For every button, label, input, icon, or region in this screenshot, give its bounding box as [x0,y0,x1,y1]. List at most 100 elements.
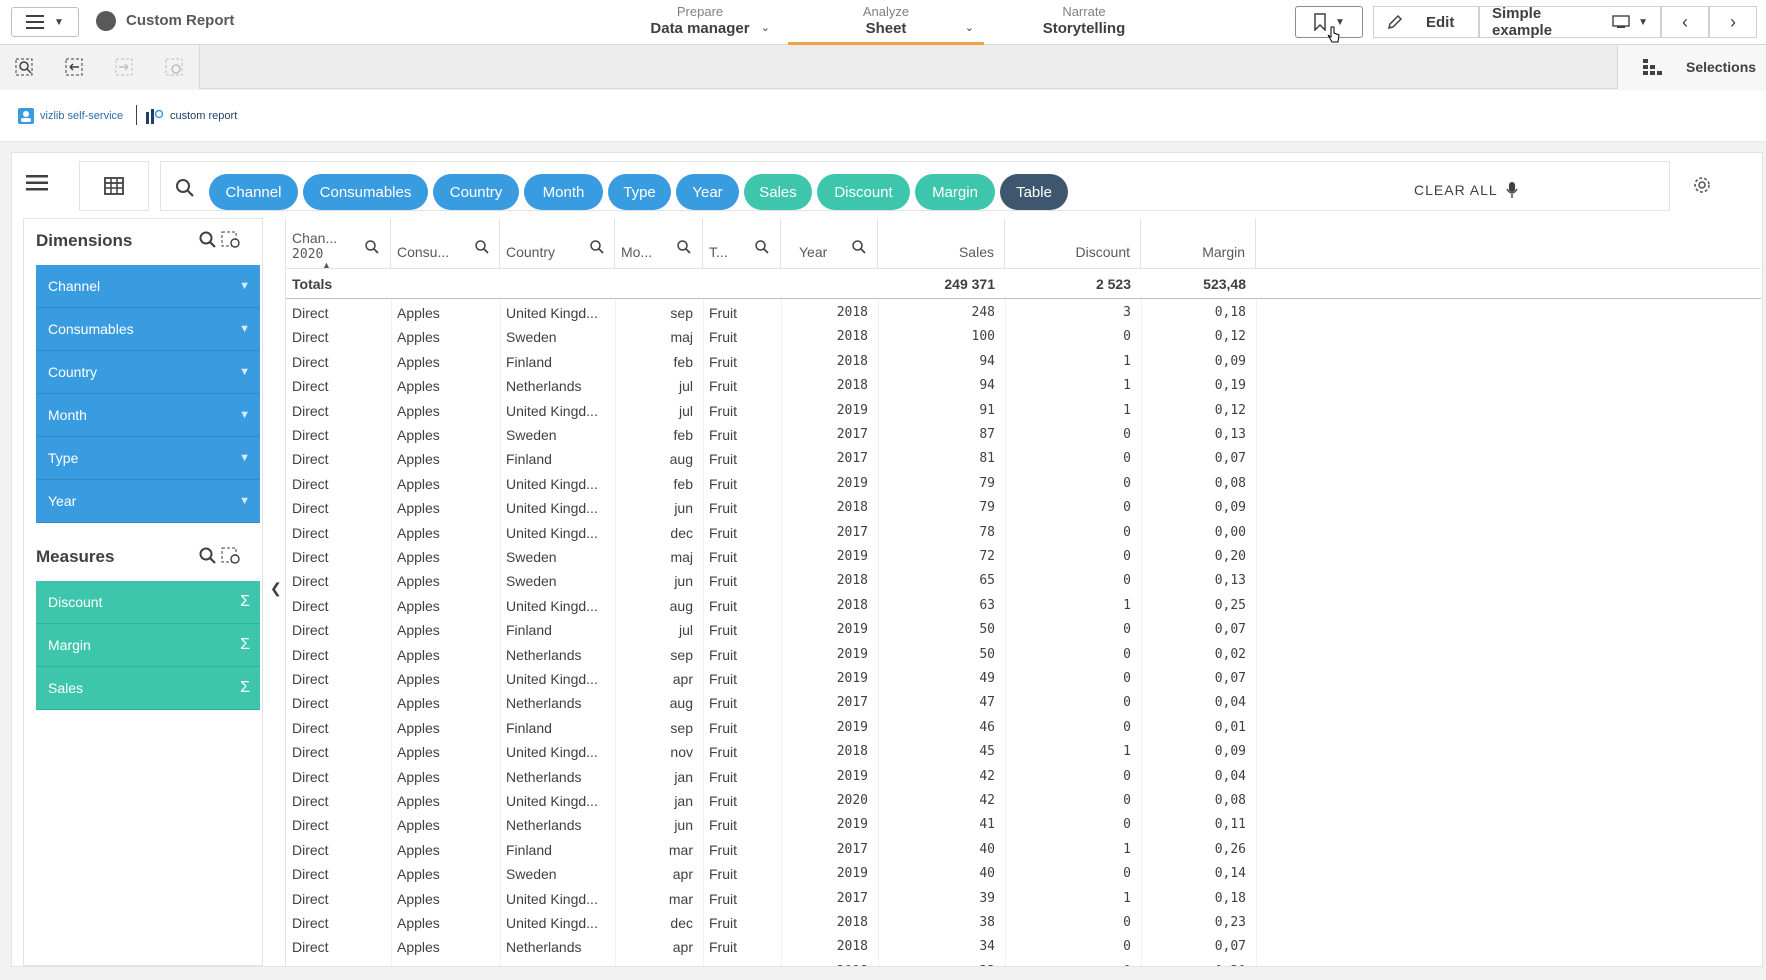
table-row[interactable]: Direct Apples Netherlands sep Fruit 2019 50 0 0,… [286,643,1264,667]
column-header-channel[interactable]: Chan... 2020 ▲ [286,218,391,270]
cell-type[interactable]: Fruit [709,350,779,374]
cell-consumables[interactable]: Apples [397,594,497,618]
cell-country[interactable]: United Kingd... [506,472,611,496]
cell-year[interactable]: 2019 [781,862,868,886]
settings-gear-icon[interactable] [1692,175,1712,195]
cell-channel[interactable]: Direct [292,374,387,398]
table-row[interactable]: Direct Apples United Kingd... dec Fruit 2017 7… [286,521,1264,545]
measure-item-sales[interactable]: Sales Σ [36,667,260,710]
cell-channel[interactable]: Direct [292,521,387,545]
cell-country[interactable]: Finland [506,838,611,862]
column-header-margin[interactable]: Margin [1141,218,1256,268]
cell-year[interactable]: 2018 [781,960,868,966]
cell-month[interactable]: aug [615,447,693,471]
filter-icon[interactable]: ▼ [239,366,250,378]
cell-type[interactable]: Fruit [709,569,779,593]
cell-country[interactable]: Finland [506,618,611,642]
table-row[interactable]: Direct Apples Finland feb Fruit 2018 94 1 0,09 [286,350,1264,374]
cell-year[interactable]: 2018 [781,301,868,325]
cell-channel[interactable]: Direct [292,862,387,886]
filter-icon[interactable]: ▼ [239,323,250,335]
cell-month[interactable]: jul [615,618,693,642]
cell-channel[interactable]: Direct [292,423,387,447]
cell-type[interactable]: Fruit [709,740,779,764]
chip-sales[interactable]: Sales [744,174,812,210]
next-sheet-button[interactable]: › [1709,6,1757,38]
cell-year[interactable]: 2017 [781,887,868,911]
table-row[interactable]: Direct Apples Netherlands aug Fruit 2017 47 0 0,… [286,691,1264,715]
column-header-discount[interactable]: Discount [1005,218,1141,268]
cell-year[interactable]: 2018 [781,569,868,593]
cell-consumables[interactable]: Apples [397,301,497,325]
cell-month[interactable]: jun [615,496,693,520]
search-icon[interactable] [175,178,195,198]
cell-type[interactable]: Fruit [709,447,779,471]
cell-country[interactable]: Finland [506,447,611,471]
cell-country[interactable]: United Kingd... [506,521,611,545]
filter-icon[interactable]: ▼ [239,452,250,464]
column-header-country[interactable]: Country [500,218,615,268]
cell-consumables[interactable]: Apples [397,447,497,471]
table-row[interactable]: Direct Apples Netherlands jan Fruit 2019 42 0 0,… [286,765,1264,789]
cell-year[interactable]: 2018 [781,496,868,520]
cell-type[interactable]: Fruit [709,838,779,862]
cell-channel[interactable]: Direct [292,472,387,496]
table-row[interactable]: Direct Apples Finland mar Fruit 2017 40 1 0,26 [286,838,1264,862]
cell-channel[interactable]: Direct [292,765,387,789]
cell-type[interactable]: Fruit [709,935,779,959]
cell-country[interactable]: Netherlands [506,765,611,789]
cell-consumables[interactable]: Apples [397,838,497,862]
cell-year[interactable]: 2019 [781,545,868,569]
cell-type[interactable]: Fruit [709,374,779,398]
step-forward-icon[interactable] [114,57,136,77]
cell-channel[interactable]: Direct [292,447,387,471]
cell-channel[interactable]: Direct [292,594,387,618]
chip-discount[interactable]: Discount [817,174,910,210]
cell-month[interactable]: sep [615,716,693,740]
cell-type[interactable]: Fruit [709,911,779,935]
cell-country[interactable]: Netherlands [506,691,611,715]
cell-consumables[interactable]: Apples [397,569,497,593]
table-row[interactable]: Direct Apples Sweden maj Fruit 2018 100 0 0,12 [286,325,1264,349]
cell-country[interactable]: United Kingd... [506,740,611,764]
cell-channel[interactable]: Direct [292,301,387,325]
cell-month[interactable]: feb [615,472,693,496]
cell-month[interactable]: aug [615,691,693,715]
table-row[interactable]: Direct Apples United Kingd... jul Fruit 2019 9… [286,399,1264,423]
table-row[interactable]: Direct Apples Sweden jun Fruit 2018 65 0 0,13 [286,569,1264,593]
filter-icon[interactable]: ▼ [239,495,250,507]
cell-type[interactable]: Fruit [709,789,779,813]
column-header-month[interactable]: Mo... [615,218,703,268]
column-header-year[interactable]: Year [781,218,878,268]
measure-item-discount[interactable]: Discount Σ [36,581,260,624]
cell-country[interactable]: United Kingd... [506,911,611,935]
table-row[interactable]: Direct Apples United Kingd... apr Fruit 2019 4… [286,667,1264,691]
cell-year[interactable]: 2019 [781,765,868,789]
dimension-item-type[interactable]: Type ▼ [36,437,260,480]
cell-month[interactable]: apr [615,935,693,959]
previous-sheet-button[interactable]: ‹ [1661,6,1709,38]
cell-consumables[interactable]: Apples [397,911,497,935]
cell-country[interactable]: Sweden [506,960,611,966]
clear-fields-icon[interactable] [221,231,241,249]
cell-year[interactable]: 2019 [781,399,868,423]
cell-consumables[interactable]: Apples [397,765,497,789]
hamburger-menu-button[interactable] [26,175,50,195]
cell-month[interactable]: dec [615,521,693,545]
cell-country[interactable]: Finland [506,350,611,374]
table-row[interactable]: Direct Apples United Kingd... sep Fruit 2018 2… [286,301,1264,325]
cell-channel[interactable]: Direct [292,813,387,837]
table-row[interactable]: Direct Apples Sweden apr Fruit 2019 40 0 0,14 [286,862,1264,886]
column-header-consumables[interactable]: Consu... [391,218,500,268]
cell-year[interactable]: 2018 [781,911,868,935]
microphone-icon[interactable] [1506,181,1518,199]
cell-consumables[interactable]: Apples [397,691,497,715]
chip-table[interactable]: Table [1000,174,1068,210]
cell-consumables[interactable]: Apples [397,399,497,423]
cell-type[interactable]: Fruit [709,643,779,667]
cell-consumables[interactable]: Apples [397,862,497,886]
cell-country[interactable]: Netherlands [506,374,611,398]
cell-consumables[interactable]: Apples [397,887,497,911]
cell-country[interactable]: Sweden [506,569,611,593]
cell-channel[interactable]: Direct [292,838,387,862]
